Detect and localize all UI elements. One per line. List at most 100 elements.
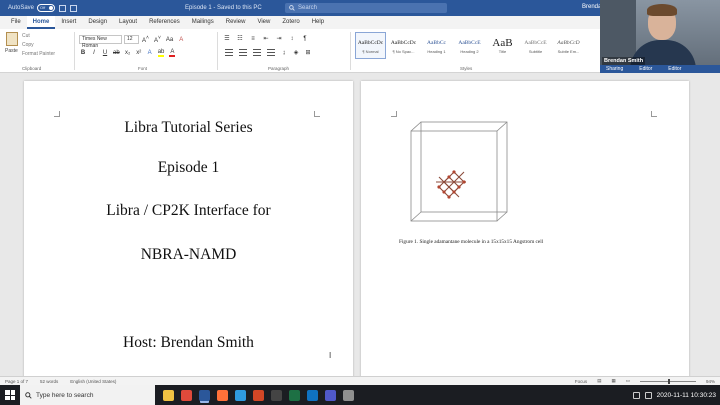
outlook-icon[interactable] [307,389,318,401]
font-name-select[interactable]: Times New Roman [79,35,122,49]
copy-button[interactable]: Copy [22,41,55,50]
autosave-control[interactable]: AutoSave Off [8,4,56,12]
figure-caption: Figure 1. Single adamantane molecule in … [399,239,544,245]
pilcrow-icon[interactable]: ¶ [302,36,308,42]
tab-review[interactable]: Review [220,16,252,29]
undo-icon[interactable] [70,4,78,12]
style-no-spacing[interactable]: AaBbCcDc ¶ No Spac... [388,32,419,59]
taskbar-search-input[interactable]: Type here to search [20,385,155,405]
web-layout-icon[interactable]: ▭ [626,378,630,384]
terminal-icon[interactable] [271,389,282,401]
word-count[interactable]: 52 words [40,379,58,384]
search-input[interactable]: Search [285,3,447,13]
autosave-toggle[interactable]: Off [37,4,56,12]
excel-icon[interactable] [289,389,300,401]
tab-view[interactable]: View [251,16,276,29]
notes-icon[interactable] [343,389,354,401]
decrease-indent-icon[interactable]: ⇤ [263,35,269,42]
justify-icon[interactable] [267,49,275,56]
superscript-icon[interactable]: x² [136,50,142,56]
style-preview: AaB [492,37,513,49]
styles-group-label: Styles [460,66,473,71]
style-heading-1[interactable]: AaBbCc Heading 1 [421,32,452,59]
word-icon[interactable] [199,389,210,401]
bold-icon[interactable]: B [80,50,86,56]
numbering-icon[interactable]: ☷ [237,35,243,42]
doc-host-line: Host: Brendan Smith [123,334,254,351]
underline-icon[interactable]: U [102,50,108,56]
tab-mailings[interactable]: Mailings [186,16,220,29]
zoom-slider-handle[interactable] [667,378,670,384]
subscript-icon[interactable]: x₂ [125,50,131,56]
clock[interactable]: 2020-11-11 10:30:23 [657,392,716,399]
bullets-icon[interactable]: ☰ [224,35,230,42]
style-preview: AaBbCcE [524,40,547,46]
editor-label-2[interactable]: Editor [668,66,681,72]
clear-formatting-icon[interactable]: A [178,37,184,43]
read-mode-icon[interactable]: ▤ [597,378,601,384]
line-spacing-icon[interactable]: ↨ [281,50,287,56]
tab-home[interactable]: Home [26,16,56,29]
text-effects-icon[interactable]: A [147,50,153,56]
group-divider [217,32,218,70]
group-divider [350,32,351,70]
tab-zotero[interactable]: Zotero [276,16,305,29]
document-page-2[interactable]: Figure 1. Single adamantane molecule in … [361,81,689,378]
print-layout-icon[interactable]: ▦ [611,378,615,384]
paste-label: Paste [5,48,18,54]
network-icon[interactable] [632,391,640,399]
style-name: ¶ No Spac... [392,49,415,54]
start-button[interactable] [0,385,20,405]
align-right-icon[interactable] [253,49,261,56]
borders-icon[interactable]: ⊞ [305,49,311,56]
teams-icon[interactable] [325,389,336,401]
molecule-cell-figure[interactable] [409,121,509,223]
sort-icon[interactable]: ↕ [289,36,295,42]
language-indicator[interactable]: English (United States) [70,379,116,384]
align-left-icon[interactable] [225,49,233,56]
cut-button[interactable]: Cut [22,32,55,41]
change-case-icon[interactable]: Aa [166,37,173,43]
zoom-level[interactable]: 94% [706,379,715,384]
multilevel-list-icon[interactable]: ≡ [250,36,256,42]
editor-label[interactable]: Editor [639,66,652,72]
page-count[interactable]: Page 1 of 7 [5,379,28,384]
grow-font-icon[interactable]: A˄ [142,35,149,44]
italic-icon[interactable]: I [91,50,97,56]
zoom-slider[interactable] [639,378,696,384]
volume-icon[interactable] [644,391,652,399]
style-heading-2[interactable]: AaBbCcE Heading 2 [454,32,485,59]
document-page-1[interactable]: Libra Tutorial Series Episode 1 Libra / … [24,81,353,378]
style-subtle-emphasis[interactable]: AaBbCcD Subtle Em... [553,32,584,59]
paste-button[interactable]: Paste [5,32,19,56]
focus-button[interactable]: Focus [575,379,587,384]
style-normal[interactable]: AaBbCcDc ¶ Normal [355,32,386,59]
format-painter-button[interactable]: Format Painter [22,50,55,59]
tab-design[interactable]: Design [82,16,113,29]
shrink-font-icon[interactable]: A˅ [154,35,161,44]
highlight-icon[interactable]: ab [157,49,165,57]
font-color-icon[interactable]: A [169,49,176,57]
save-icon[interactable] [59,4,67,12]
powerpoint-icon[interactable] [253,389,264,401]
tab-help[interactable]: Help [306,16,330,29]
document-canvas[interactable]: Libra Tutorial Series Episode 1 Libra / … [0,73,720,378]
adamantane-molecule-icon [436,171,466,198]
tab-insert[interactable]: Insert [55,16,82,29]
increase-indent-icon[interactable]: ⇥ [276,35,282,42]
strikethrough-icon[interactable]: ab [113,50,120,56]
tab-references[interactable]: References [143,16,186,29]
sharing-label[interactable]: Sharing [606,66,623,72]
doc-episode-title: Episode 1 [157,159,220,176]
firefox-icon[interactable] [217,389,228,401]
font-size-select[interactable]: 12 [124,35,139,44]
style-title[interactable]: AaB Title [487,32,518,59]
file-explorer-icon[interactable] [163,389,174,401]
tab-file[interactable]: File [5,16,27,29]
style-subtitle[interactable]: AaBbCcE Subtitle [520,32,551,59]
chrome-icon[interactable] [181,389,192,401]
align-center-icon[interactable] [239,49,247,56]
tab-layout[interactable]: Layout [113,16,143,29]
edge-icon[interactable] [235,389,246,401]
shading-icon[interactable]: ◈ [293,49,299,56]
